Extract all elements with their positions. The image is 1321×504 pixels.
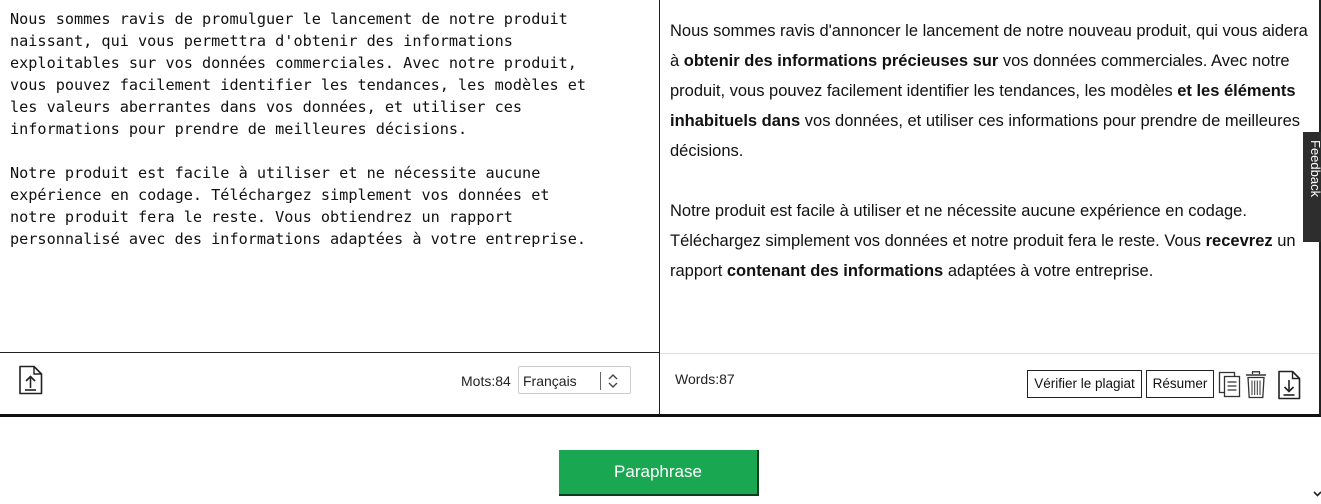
input-footer: Mots:84 Français (0, 352, 659, 415)
input-textarea[interactable]: Nous sommes ravis de promulguer le lance… (0, 0, 649, 350)
output-footer: Words:87 Vérifier le plagiat Résumer (660, 353, 1319, 415)
editor-frame: Nous sommes ravis de promulguer le lance… (0, 0, 1321, 417)
paraphrased-output: Nous sommes ravis d'annoncer le lancemen… (670, 16, 1310, 316)
output-paragraph-1: Nous sommes ravis d'annoncer le lancemen… (670, 16, 1310, 166)
output-segment: Notre produit est facile à utiliser et n… (670, 202, 1247, 250)
select-divider (600, 372, 601, 390)
chevron-up-down-icon (606, 371, 620, 391)
check-plagiarism-button[interactable]: Vérifier le plagiat (1027, 370, 1142, 398)
paraphrase-button[interactable]: Paraphrase (559, 450, 759, 496)
output-word-count: Words:87 (675, 371, 735, 387)
changed-phrase: contenant des informations (726, 262, 944, 280)
language-select-value: Français (523, 373, 577, 389)
upload-file-icon[interactable] (17, 365, 43, 395)
trash-icon[interactable] (1244, 370, 1268, 399)
output-segment: adaptées à votre entreprise. (943, 262, 1154, 280)
changed-phrase: obtenir des informations précieuses sur (683, 52, 999, 70)
output-paragraph-2: Notre produit est facile à utiliser et n… (670, 196, 1310, 286)
chevron-down-icon (1313, 486, 1321, 498)
changed-phrase: recevrez (1205, 232, 1273, 250)
input-word-count: Mots:84 (461, 373, 511, 389)
feedback-label: Feedback (1308, 140, 1321, 198)
input-pane: Nous sommes ravis de promulguer le lance… (0, 0, 660, 414)
language-select[interactable]: Français (518, 366, 631, 394)
copy-icon[interactable] (1218, 371, 1242, 399)
feedback-tab[interactable]: Feedback (1303, 132, 1321, 242)
output-pane: Nous sommes ravis d'annoncer le lancemen… (660, 0, 1319, 414)
download-icon[interactable] (1277, 370, 1301, 400)
summarize-button[interactable]: Résumer (1146, 370, 1214, 398)
